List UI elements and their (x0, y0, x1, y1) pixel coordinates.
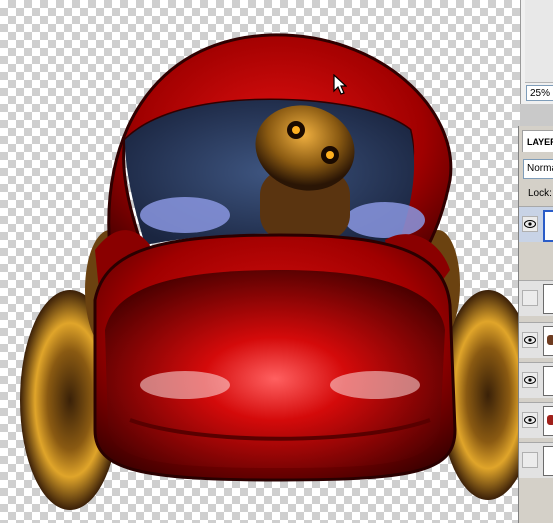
layer-row[interactable] (519, 442, 553, 478)
layer-row[interactable] (519, 362, 553, 398)
layer-row[interactable] (519, 280, 553, 316)
layer-thumbnail (543, 326, 553, 356)
blend-mode-select[interactable]: Normal (523, 159, 553, 179)
document-canvas[interactable] (0, 0, 520, 523)
eye-icon (524, 416, 536, 424)
arrow-cursor-icon (333, 74, 347, 95)
layer-thumbnail (543, 406, 553, 436)
layer-thumbnail (543, 446, 553, 476)
visibility-toggle[interactable] (522, 372, 538, 388)
eye-icon (524, 336, 536, 344)
eye-icon (524, 220, 536, 228)
layer-row[interactable] (519, 206, 553, 242)
layers-panel: LAYERS Normal Lock: (518, 126, 553, 523)
layer-thumbnail (543, 210, 553, 242)
eye-icon (524, 376, 536, 384)
layer-thumbnail (543, 284, 553, 314)
zoom-level-field[interactable]: 25% (526, 85, 553, 101)
layer-thumbnail (543, 366, 553, 396)
visibility-toggle[interactable] (522, 332, 538, 348)
layer-row[interactable] (519, 402, 553, 438)
visibility-toggle[interactable] (522, 412, 538, 428)
tab-layers[interactable]: LAYERS (522, 130, 553, 152)
visibility-toggle[interactable] (522, 216, 538, 232)
lock-label: Lock: (528, 188, 552, 199)
panel-divider (520, 104, 553, 126)
car-artwork (20, 33, 520, 510)
layer-row[interactable] (519, 322, 553, 358)
visibility-toggle[interactable] (522, 290, 538, 306)
navigator-preview[interactable] (525, 0, 553, 83)
visibility-toggle[interactable] (522, 452, 538, 468)
